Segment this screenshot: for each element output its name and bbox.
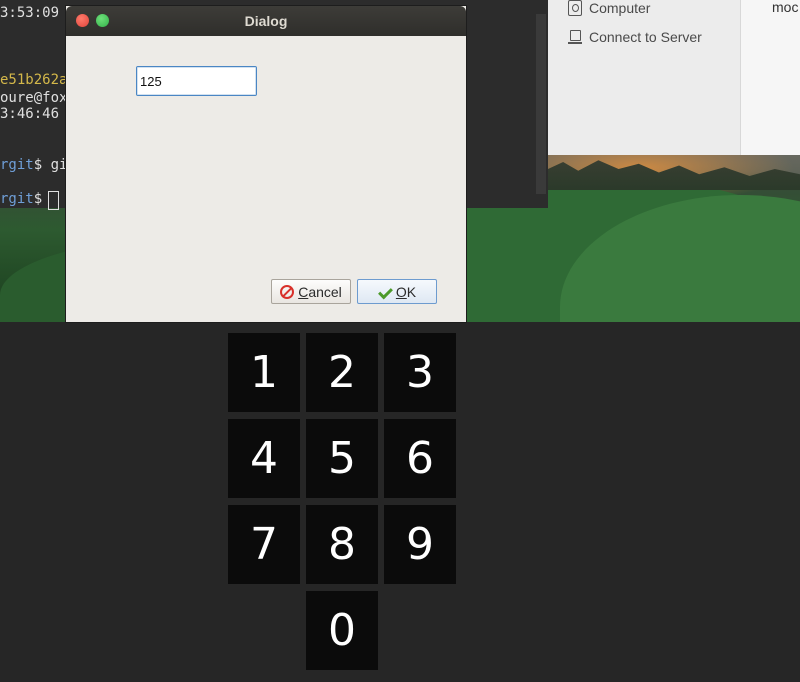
file-manager-sidebar: Computer Connect to Server [548, 0, 741, 155]
terminal-line: rgit$ gi [0, 157, 67, 173]
terminal-line: 3:53:09 [0, 5, 60, 21]
file-manager-window[interactable]: Computer Connect to Server moc [548, 0, 800, 155]
keypad-key-5[interactable]: 5 [306, 419, 378, 498]
server-icon [568, 29, 582, 45]
terminal-line: e51b262a [0, 72, 68, 88]
keypad-key-1[interactable]: 1 [228, 333, 300, 412]
cancel-mnemonic: C [298, 283, 309, 300]
ok-button[interactable]: OK [357, 279, 437, 304]
dialog-window: Dialog Cancel OK [66, 6, 466, 322]
terminal-line: 3:46:46 [0, 106, 60, 122]
terminal-line: rgit$ [0, 191, 51, 207]
sidebar-item-computer[interactable]: Computer [568, 0, 650, 19]
terminal-command: $ gi [33, 157, 68, 173]
checkmark-icon [378, 285, 392, 299]
value-input[interactable] [136, 66, 257, 96]
keypad-key-8[interactable]: 8 [306, 505, 378, 584]
terminal-scrollbar[interactable] [536, 14, 546, 194]
ok-mnemonic: O [395, 283, 407, 300]
dialog-title: Dialog [244, 13, 288, 29]
keypad-key-4[interactable]: 4 [228, 419, 300, 498]
dialog-titlebar[interactable]: Dialog [66, 6, 466, 36]
dialog-body: Cancel OK [66, 36, 466, 322]
keypad-key-3[interactable]: 3 [384, 333, 456, 412]
sidebar-item-label: Computer [589, 0, 651, 16]
keypad-key-9[interactable]: 9 [384, 505, 456, 584]
terminal-line: oure@fox [0, 90, 68, 106]
keypad-key-6[interactable]: 6 [384, 419, 456, 498]
ok-label: K [406, 283, 417, 300]
cancel-label: ancel [308, 283, 342, 300]
keypad-key-7[interactable]: 7 [228, 505, 300, 584]
cancel-button[interactable]: Cancel [271, 279, 351, 304]
computer-icon [568, 0, 582, 16]
keypad-key-0[interactable]: 0 [306, 591, 378, 670]
sidebar-item-label: Connect to Server [589, 29, 702, 45]
keypad-key-2[interactable]: 2 [306, 333, 378, 412]
file-item-label[interactable]: moc [772, 0, 798, 15]
terminal-cursor [48, 191, 59, 210]
terminal-prompt: rgit [0, 191, 34, 207]
cancel-icon [280, 284, 295, 299]
terminal-prompt: rgit [0, 157, 34, 173]
sidebar-item-connect-to-server[interactable]: Connect to Server [568, 26, 702, 48]
